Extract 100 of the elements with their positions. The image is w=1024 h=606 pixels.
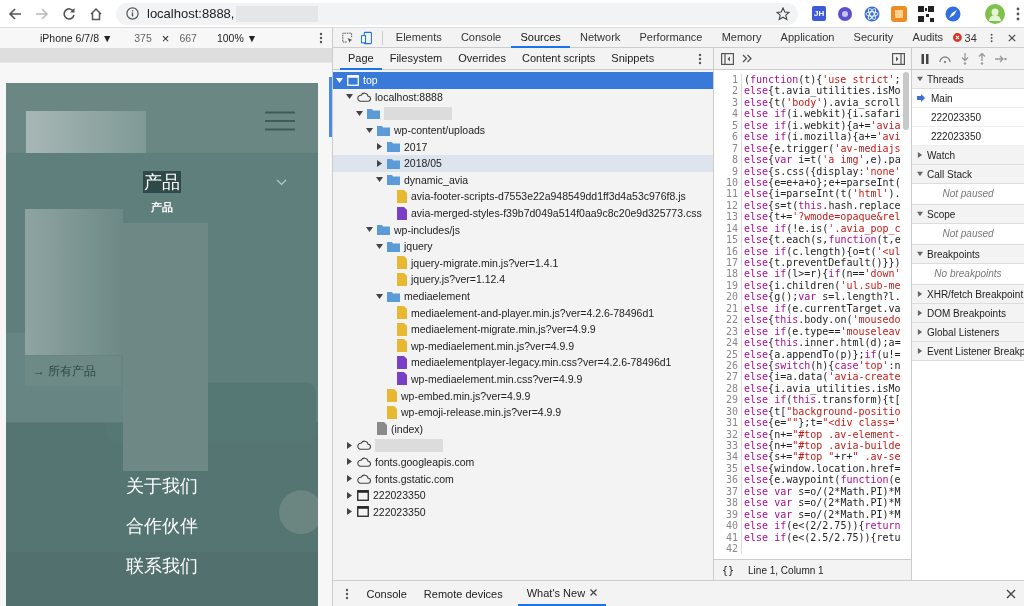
more-icon[interactable]: [345, 587, 349, 600]
collapse-arrow-icon[interactable]: [376, 242, 383, 250]
section-header[interactable]: Threads: [912, 70, 1024, 89]
section-header[interactable]: Watch: [912, 146, 1024, 165]
info-icon[interactable]: [126, 7, 139, 20]
atom-icon[interactable]: [864, 5, 881, 22]
tree-item[interactable]: top: [333, 72, 713, 89]
tree-item[interactable]: fonts.gstatic.com: [333, 470, 713, 487]
error-count[interactable]: 34: [964, 31, 977, 44]
panel-tab[interactable]: Performance: [629, 27, 713, 48]
tree-item[interactable]: jquery: [333, 237, 713, 255]
tree-item[interactable]: (index): [333, 420, 713, 438]
sidebar-toggle-icon[interactable]: [892, 52, 905, 65]
address-field[interactable]: localhost:8888,: [116, 2, 798, 25]
nav-link[interactable]: 合作伙伴: [125, 515, 199, 537]
star-icon[interactable]: [776, 6, 790, 21]
extension-badge[interactable]: JH: [812, 6, 827, 21]
drawer-tab[interactable]: What's New: [518, 581, 606, 606]
tree-item[interactable]: dynamic_avia: [333, 171, 713, 189]
panel-tab[interactable]: Security: [844, 27, 903, 48]
more-icon[interactable]: [1016, 6, 1021, 21]
tree-item[interactable]: wp-mediaelement.min.css?ver=4.9.9: [333, 370, 713, 388]
collapse-arrow-icon[interactable]: [346, 93, 353, 101]
tree-item[interactable]: jquery-migrate.min.js?ver=1.4.1: [333, 254, 713, 272]
section-header[interactable]: XHR/fetch Breakpoint: [912, 285, 1024, 304]
section-header[interactable]: DOM Breakpoints: [912, 304, 1024, 323]
collapse-arrow-icon[interactable]: [336, 76, 343, 84]
tree-item[interactable]: avia-footer-scripts-d7553e22a948549dd1ff3d4a53c976f8.js: [333, 188, 713, 205]
section-header[interactable]: Scope: [912, 205, 1024, 224]
zoom-dropdown[interactable]: 100% ▼: [216, 32, 258, 44]
navigator-tab[interactable]: Filesystem: [381, 47, 451, 70]
home-icon[interactable]: [89, 6, 103, 21]
pause-icon[interactable]: [921, 53, 929, 64]
close-icon[interactable]: [1008, 32, 1016, 43]
device-toggle-icon[interactable]: [361, 29, 373, 46]
height-field[interactable]: 667: [179, 32, 197, 44]
panel-tab[interactable]: Network: [570, 27, 630, 48]
collapse-arrow-icon[interactable]: [376, 176, 383, 184]
collapse-arrow-icon[interactable]: [917, 211, 923, 217]
expand-arrow-icon[interactable]: [346, 458, 353, 466]
navigator-tab[interactable]: Overrides: [450, 47, 514, 70]
collapse-arrow-icon[interactable]: [356, 110, 363, 117]
tree-item[interactable]: mediaelement-migrate.min.js?ver=4.9.9: [333, 320, 713, 338]
tree-item[interactable]: 2018/05: [333, 154, 713, 172]
section-header[interactable]: Call Stack: [912, 165, 1024, 184]
expand-arrow-icon[interactable]: [917, 310, 923, 316]
tree-item[interactable]: mediaelementplayer-legacy.min.css?ver=4.2.6-78496d1: [333, 354, 713, 371]
drawer-tab[interactable]: Remote devices: [415, 581, 512, 606]
nav-link[interactable]: 联系我们: [125, 555, 199, 577]
navigator-tab[interactable]: Snippets: [603, 47, 663, 70]
expand-arrow-icon[interactable]: [917, 348, 923, 354]
more-icon[interactable]: [698, 52, 702, 65]
tree-item[interactable]: mediaelement-and-player.min.js?ver=4.2.6-78496d1: [333, 304, 713, 321]
more-icon[interactable]: [319, 32, 324, 44]
collapse-arrow-icon[interactable]: [917, 251, 923, 257]
step-over-icon[interactable]: [938, 54, 952, 63]
width-field[interactable]: 375: [134, 32, 152, 44]
thread-item[interactable]: 222023350: [912, 108, 1024, 127]
tree-item[interactable]: wp-content/uploads: [333, 121, 713, 139]
reload-icon[interactable]: [62, 6, 76, 21]
chevron-down-icon[interactable]: [276, 179, 287, 186]
pretty-print-button[interactable]: {}: [722, 564, 735, 576]
collapse-arrow-icon[interactable]: [366, 126, 373, 134]
expand-arrow-icon[interactable]: [917, 291, 923, 297]
more-tabs-icon[interactable]: [742, 54, 752, 63]
round-extension-icon[interactable]: [837, 5, 854, 22]
step-out-icon[interactable]: [978, 52, 986, 65]
qr-code-icon[interactable]: [918, 5, 935, 22]
step-icon[interactable]: [995, 54, 1007, 63]
tree-item[interactable]: wp-includes/js: [333, 221, 713, 238]
navigator-tab[interactable]: Content scripts: [513, 47, 604, 70]
panel-tab[interactable]: Elements: [386, 27, 452, 48]
close-icon[interactable]: [1006, 588, 1016, 599]
error-icon[interactable]: [952, 32, 962, 43]
collapse-arrow-icon[interactable]: [917, 171, 923, 177]
tree-item[interactable]: localhost:8888: [333, 88, 713, 106]
expand-arrow-icon[interactable]: [376, 159, 383, 167]
expand-arrow-icon[interactable]: [346, 441, 353, 449]
tree-item[interactable]: wp-mediaelement.min.js?ver=4.9.9: [333, 337, 713, 355]
submenu-heading[interactable]: 产品: [151, 201, 173, 213]
tree-item[interactable]: avia-merged-styles-f39b7d049a514f0aa9c8c20e9d325773.css: [333, 204, 713, 222]
tree-item[interactable]: jquery.js?ver=1.12.4: [333, 271, 713, 288]
section-header[interactable]: Breakpoints: [912, 245, 1024, 264]
tree-item[interactable]: mediaelement: [333, 287, 713, 305]
sidebar-toggle-icon[interactable]: [721, 52, 734, 65]
panel-tab[interactable]: Application: [771, 27, 844, 48]
thread-item[interactable]: Main: [912, 89, 1024, 108]
panel-tab[interactable]: Audits: [902, 27, 953, 48]
expand-arrow-icon[interactable]: [346, 475, 353, 483]
inspect-icon[interactable]: [342, 30, 354, 45]
panel-tab[interactable]: Console: [451, 27, 511, 48]
compass-icon[interactable]: [945, 5, 962, 22]
tree-item[interactable]: wp-embed.min.js?ver=4.9.9: [333, 387, 713, 404]
panel-tab[interactable]: Memory: [712, 27, 771, 48]
tree-item[interactable]: fonts.googleapis.com: [333, 453, 713, 471]
collapse-arrow-icon[interactable]: [376, 292, 383, 300]
tree-item[interactable]: 2017: [333, 138, 713, 155]
nav-link[interactable]: 产品: [143, 171, 181, 193]
tree-item[interactable]: wp-emoji-release.min.js?ver=4.9.9: [333, 403, 713, 421]
scrollbar[interactable]: [329, 77, 332, 137]
